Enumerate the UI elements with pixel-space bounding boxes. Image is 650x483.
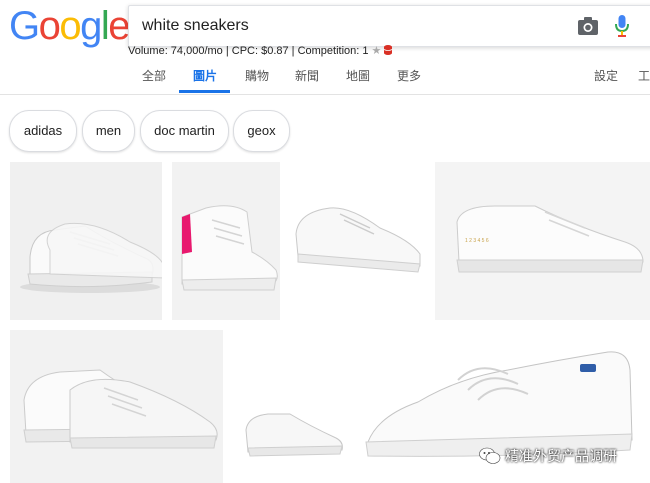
logo-letter: l [100,4,110,48]
logo-letter: G [9,4,40,48]
svg-text:1 2 3 4 5 6: 1 2 3 4 5 6 [465,238,489,244]
image-result[interactable] [290,194,426,284]
sneaker-pair-image [23,369,218,449]
canvas-sneaker-image [295,207,421,273]
tab-settings[interactable]: 設定 [594,68,618,93]
watermark: 精准外贸产品调研 [479,445,617,467]
high-top-sneaker-image [181,205,278,291]
tab-news[interactable]: 新聞 [295,68,319,93]
camera-icon[interactable] [577,16,599,36]
tab-shopping[interactable]: 購物 [245,68,269,93]
image-result[interactable] [10,162,162,320]
search-box[interactable]: white sneakers [128,5,650,47]
logo-letter: o [59,4,81,48]
database-icon[interactable] [384,45,393,55]
search-input[interactable]: white sneakers [142,17,249,35]
search-tabs: 全部 圖片 購物 新聞 地圖 更多 設定 工 [0,66,650,95]
watermark-text: 精准外贸产品调研 [505,448,617,464]
tab-maps[interactable]: 地圖 [346,68,370,93]
tab-tools[interactable]: 工 [638,68,650,93]
chip-geox[interactable]: geox [233,110,290,152]
sneaker-image [20,222,162,293]
keyword-stats-text: Volume: 74,000/mo | CPC: $0.87 | Competi… [128,45,369,57]
star-icon[interactable]: ★ [372,45,382,57]
logo-letter: o [38,4,61,48]
wechat-icon [479,447,501,464]
chip-adidas[interactable]: adidas [9,110,77,152]
image-result[interactable] [240,330,346,483]
image-result[interactable]: 1 2 3 4 5 6 [435,162,650,320]
image-result[interactable] [10,330,223,483]
chip-doc-martin[interactable]: doc martin [140,110,229,152]
leather-sneaker-image: 1 2 3 4 5 6 [456,205,644,273]
logo-letter: e [108,4,130,48]
logo-letter: g [80,4,102,48]
tab-all[interactable]: 全部 [142,68,166,93]
microphone-icon[interactable] [615,15,629,37]
chip-men[interactable]: men [82,110,135,152]
header-divider [0,94,650,95]
tab-more[interactable]: 更多 [397,68,421,93]
low-sneaker-image [245,413,343,457]
active-tab-indicator [179,90,230,93]
keyword-stats-bar: Volume: 74,000/mo | CPC: $0.87 | Competi… [128,44,393,57]
google-logo[interactable]: Google [9,4,130,48]
image-result[interactable] [172,162,280,320]
